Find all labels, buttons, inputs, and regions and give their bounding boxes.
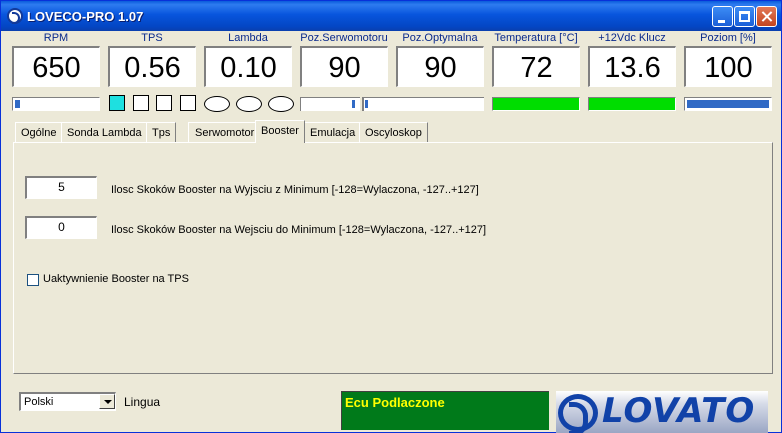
gauge-label-servo: Poz.Serwomotoru — [300, 32, 388, 44]
gauge-label-tps: TPS — [141, 32, 163, 44]
booster-entry-steps-input[interactable]: 0 — [25, 216, 97, 239]
booster-exit-steps-label: Ilosc Skoków Booster na Wyjsciu z Minimu… — [111, 184, 479, 196]
lambda-led-2 — [236, 96, 262, 112]
optimal-position-thumb[interactable] — [365, 100, 368, 108]
key-voltage-status-bar — [588, 97, 676, 111]
temperature-status-bar — [492, 97, 580, 111]
servo-position-slider[interactable] — [300, 97, 360, 111]
language-label: Lingua — [124, 395, 161, 409]
booster-panel: 5 Ilosc Skoków Booster na Wyjsciu z Mini… — [13, 142, 773, 374]
tps-led-1 — [109, 95, 125, 111]
rpm-progress-bar — [12, 97, 100, 111]
gauge-label-rpm: RPM — [43, 32, 69, 44]
tps-led-3 — [156, 95, 172, 111]
tps-led-4 — [180, 95, 196, 111]
lambda-led-1 — [204, 96, 230, 112]
app-logo-icon — [7, 8, 23, 24]
booster-exit-steps-input[interactable]: 5 — [25, 176, 97, 199]
tab-booster[interactable]: Booster — [255, 120, 305, 143]
gauge-value-servo: 90 — [300, 46, 388, 87]
gauge-label-optimal: Poz.Optymalna — [402, 32, 478, 44]
booster-tps-checkbox[interactable] — [27, 274, 39, 286]
tab-general[interactable]: Ogólne — [15, 122, 63, 142]
close-button[interactable] — [756, 6, 777, 27]
gauge-label-level: Poziom [%] — [700, 32, 756, 44]
maximize-icon — [739, 11, 750, 22]
lovato-logo-text: LOVATO — [602, 391, 756, 431]
lovato-logo-icon — [558, 394, 598, 433]
minimize-icon — [718, 20, 725, 23]
tab-servomotor[interactable]: Serwomotor — [188, 122, 261, 142]
gauge-value-level: 100 — [684, 46, 772, 87]
gauge-value-tps: 0.56 — [108, 46, 196, 87]
gauge-label-lambda: Lambda — [228, 32, 268, 44]
tab-emulation[interactable]: Emulacja — [304, 122, 362, 142]
level-progress-bar — [684, 97, 772, 111]
gauge-value-key-voltage: 13.6 — [588, 46, 676, 87]
chevron-down-icon[interactable] — [99, 394, 115, 409]
booster-entry-steps-label: Ilosc Skoków Booster na Wejsciu do Minim… — [111, 224, 487, 236]
gauge-label-temperature: Temperatura [°C] — [494, 32, 578, 44]
tab-tps[interactable]: Tps — [146, 122, 177, 142]
gauge-value-optimal: 90 — [396, 46, 484, 87]
language-select-value: Polski — [24, 396, 54, 408]
lambda-led-3 — [268, 96, 294, 112]
maximize-button[interactable] — [734, 6, 755, 27]
app-window: LOVECO-PRO 1.07 RPM TPS Lambda Poz.Serwo… — [0, 0, 782, 433]
tab-oscilloscope[interactable]: Oscyloskop — [359, 122, 428, 142]
title-bar[interactable]: LOVECO-PRO 1.07 — [1, 1, 781, 31]
gauge-value-rpm: 650 — [12, 46, 100, 87]
language-select[interactable]: Polski — [19, 392, 116, 411]
gauge-value-lambda: 0.10 — [204, 46, 292, 87]
gauge-value-temperature: 72 — [492, 46, 580, 87]
booster-tps-checkbox-label: Uaktywnienie Booster na TPS — [43, 273, 189, 285]
tps-led-2 — [133, 95, 149, 111]
gauge-label-key-voltage: +12Vdc Klucz — [598, 32, 666, 44]
minimize-button[interactable] — [712, 6, 733, 27]
lovato-logo: LOVATO — [556, 391, 768, 433]
ecu-status-indicator: Ecu Podlaczone — [341, 391, 549, 430]
servo-position-thumb[interactable] — [352, 100, 355, 108]
level-progress-fill — [687, 100, 769, 108]
optimal-position-slider[interactable] — [362, 97, 484, 111]
tab-lambda-probe[interactable]: Sonda Lambda — [61, 122, 148, 142]
rpm-progress-fill — [15, 100, 20, 108]
window-title: LOVECO-PRO 1.07 — [27, 9, 144, 24]
